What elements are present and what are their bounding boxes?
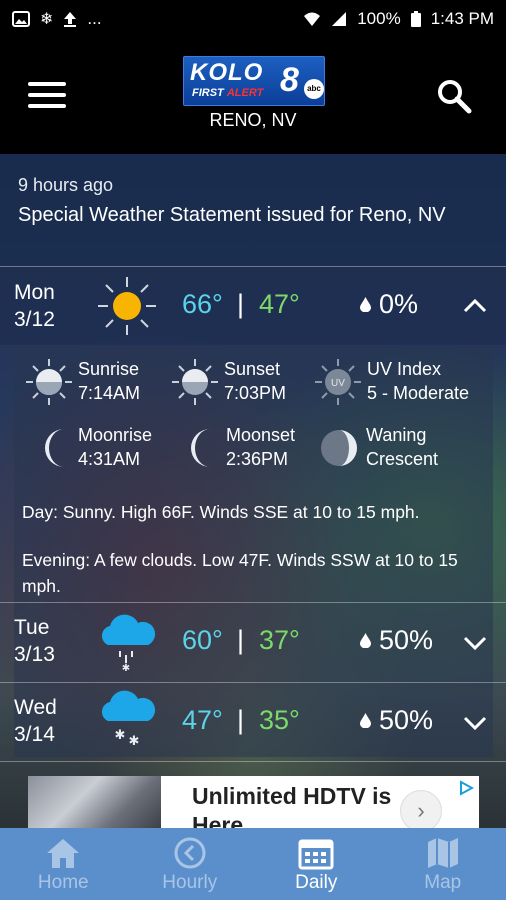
- ad-banner[interactable]: Unlimited HDTV is Here ›: [28, 776, 479, 828]
- tab-label: Daily: [295, 872, 338, 893]
- map-icon: [427, 838, 458, 868]
- bottom-nav: Home Hourly Daily Map: [0, 828, 506, 900]
- sunrise-time: 7:14AM: [78, 383, 141, 403]
- low-temp: 37°: [259, 625, 300, 655]
- ad-arrow-button[interactable]: ›: [400, 790, 442, 828]
- tab-label: Home: [37, 872, 89, 893]
- moonset-icon: [191, 429, 210, 467]
- tab-daily[interactable]: Daily: [253, 828, 380, 900]
- ad-image: [28, 776, 161, 828]
- home-icon: [47, 839, 80, 868]
- station-logo: KOLO 8 abc FIRST ALERT: [183, 56, 325, 106]
- logo-brand: KOLO: [190, 59, 264, 86]
- raindrop-icon: [360, 713, 371, 728]
- moon-phase-line2: Crescent: [366, 449, 439, 469]
- signal-icon: [332, 12, 347, 26]
- tab-label: Hourly: [162, 872, 218, 893]
- divider: [0, 761, 506, 762]
- logo-network: abc: [304, 79, 324, 99]
- sunny-icon: [98, 277, 156, 335]
- tab-home[interactable]: Home: [0, 828, 127, 900]
- day-label: Tue 3/13: [14, 616, 55, 666]
- wifi-icon: [304, 12, 321, 26]
- clock-icon: [174, 837, 206, 869]
- svg-text:✱: ✱: [115, 727, 126, 742]
- ad-headline: Unlimited HDTV is Here: [192, 783, 392, 828]
- alert-time: 9 hours ago: [18, 175, 114, 195]
- sunset-icon: [172, 359, 218, 405]
- temp-separator: |: [237, 705, 245, 735]
- precip-chance: 50%: [360, 625, 433, 656]
- photo-icon: [12, 11, 30, 27]
- chevron-up-icon[interactable]: [463, 298, 487, 314]
- svg-text:✱: ✱: [122, 663, 130, 673]
- uv-value: 5 - Moderate: [367, 383, 470, 403]
- uv-label: UV Index: [367, 359, 442, 379]
- sunrise-label: Sunrise: [78, 359, 140, 379]
- location-label: RENO, NV: [209, 110, 297, 130]
- more-dots-icon: ...: [87, 9, 102, 28]
- logo-channel: 8: [280, 61, 299, 99]
- moonset-time: 2:36PM: [226, 449, 289, 469]
- search-icon[interactable]: [436, 78, 472, 114]
- svg-text:✱: ✱: [129, 733, 140, 748]
- high-temp: 60°: [182, 625, 223, 655]
- tab-map[interactable]: Map: [380, 828, 506, 900]
- temp-separator: |: [237, 625, 245, 655]
- high-temp: 47°: [182, 705, 223, 735]
- moonrise-label: Moonrise: [78, 425, 153, 445]
- moonrise-icon: [45, 429, 64, 467]
- logo-tagline: FIRST ALERT: [192, 87, 264, 99]
- hamburger-icon[interactable]: [28, 82, 66, 110]
- status-right: 100% 1:43 PM: [303, 9, 494, 29]
- chevron-down-icon[interactable]: [463, 635, 487, 651]
- status-left-icons: ❄ ...: [12, 9, 102, 29]
- status-bar: ❄ ... 100% 1:43 PM: [0, 0, 506, 38]
- temp-separator: |: [237, 289, 245, 319]
- snow-icon: ✱ ✱: [101, 690, 156, 748]
- day-row-tue[interactable]: Tue 3/13 ✱ 60° | 37° 50%: [0, 603, 506, 681]
- sunset-time: 7:03PM: [224, 383, 287, 403]
- chevron-down-icon[interactable]: [463, 715, 487, 731]
- precip-chance: 0%: [360, 289, 418, 320]
- snowflake-icon: ❄: [40, 11, 54, 28]
- moon-phase-icon: [321, 430, 357, 466]
- high-temp: 66°: [182, 289, 223, 319]
- moonrise-time: 4:31AM: [78, 449, 141, 469]
- tab-hourly[interactable]: Hourly: [127, 828, 254, 900]
- day-label: Mon 3/12: [14, 281, 55, 331]
- raindrop-icon: [360, 633, 371, 648]
- uv-badge-text: UV: [331, 378, 345, 389]
- evening-forecast-text: Evening: A few clouds. Low 47F. Winds SS…: [22, 550, 458, 596]
- calendar-icon: [298, 839, 334, 870]
- alert-message: Special Weather Statement issued for Ren…: [18, 204, 446, 226]
- battery-icon: [410, 11, 421, 27]
- day-label: Wed 3/14: [14, 696, 57, 746]
- rain-snow-icon: ✱: [101, 614, 156, 673]
- daily-forecast-view[interactable]: 9 hours ago Special Weather Statement is…: [0, 154, 506, 828]
- tab-label: Map: [424, 872, 462, 893]
- moon-phase-line1: Waning: [366, 425, 427, 445]
- app-header: KOLO 8 abc FIRST ALERT RENO, NV: [0, 38, 506, 154]
- day-row-wed[interactable]: Wed 3/14 ✱ ✱ 47° | 35° 50%: [0, 683, 506, 761]
- day-forecast-text: Day: Sunny. High 66F. Winds SSE at 10 to…: [22, 502, 420, 522]
- raindrop-icon: [360, 297, 371, 312]
- moonset-label: Moonset: [226, 425, 296, 445]
- precip-chance: 50%: [360, 705, 433, 736]
- low-temp: 47°: [259, 289, 300, 319]
- adchoices-icon[interactable]: [458, 780, 474, 796]
- battery-percent: 100%: [357, 9, 401, 28]
- day-row-mon[interactable]: Mon 3/12 66° | 47° 0%: [0, 267, 506, 345]
- sunrise-icon: [26, 359, 72, 405]
- clock-time: 1:43 PM: [430, 9, 494, 28]
- uv-icon: UV: [315, 359, 361, 405]
- sunset-label: Sunset: [224, 359, 281, 379]
- low-temp: 35°: [259, 705, 300, 735]
- weather-alert-banner[interactable]: 9 hours ago Special Weather Statement is…: [0, 154, 506, 266]
- upload-icon: [64, 12, 77, 27]
